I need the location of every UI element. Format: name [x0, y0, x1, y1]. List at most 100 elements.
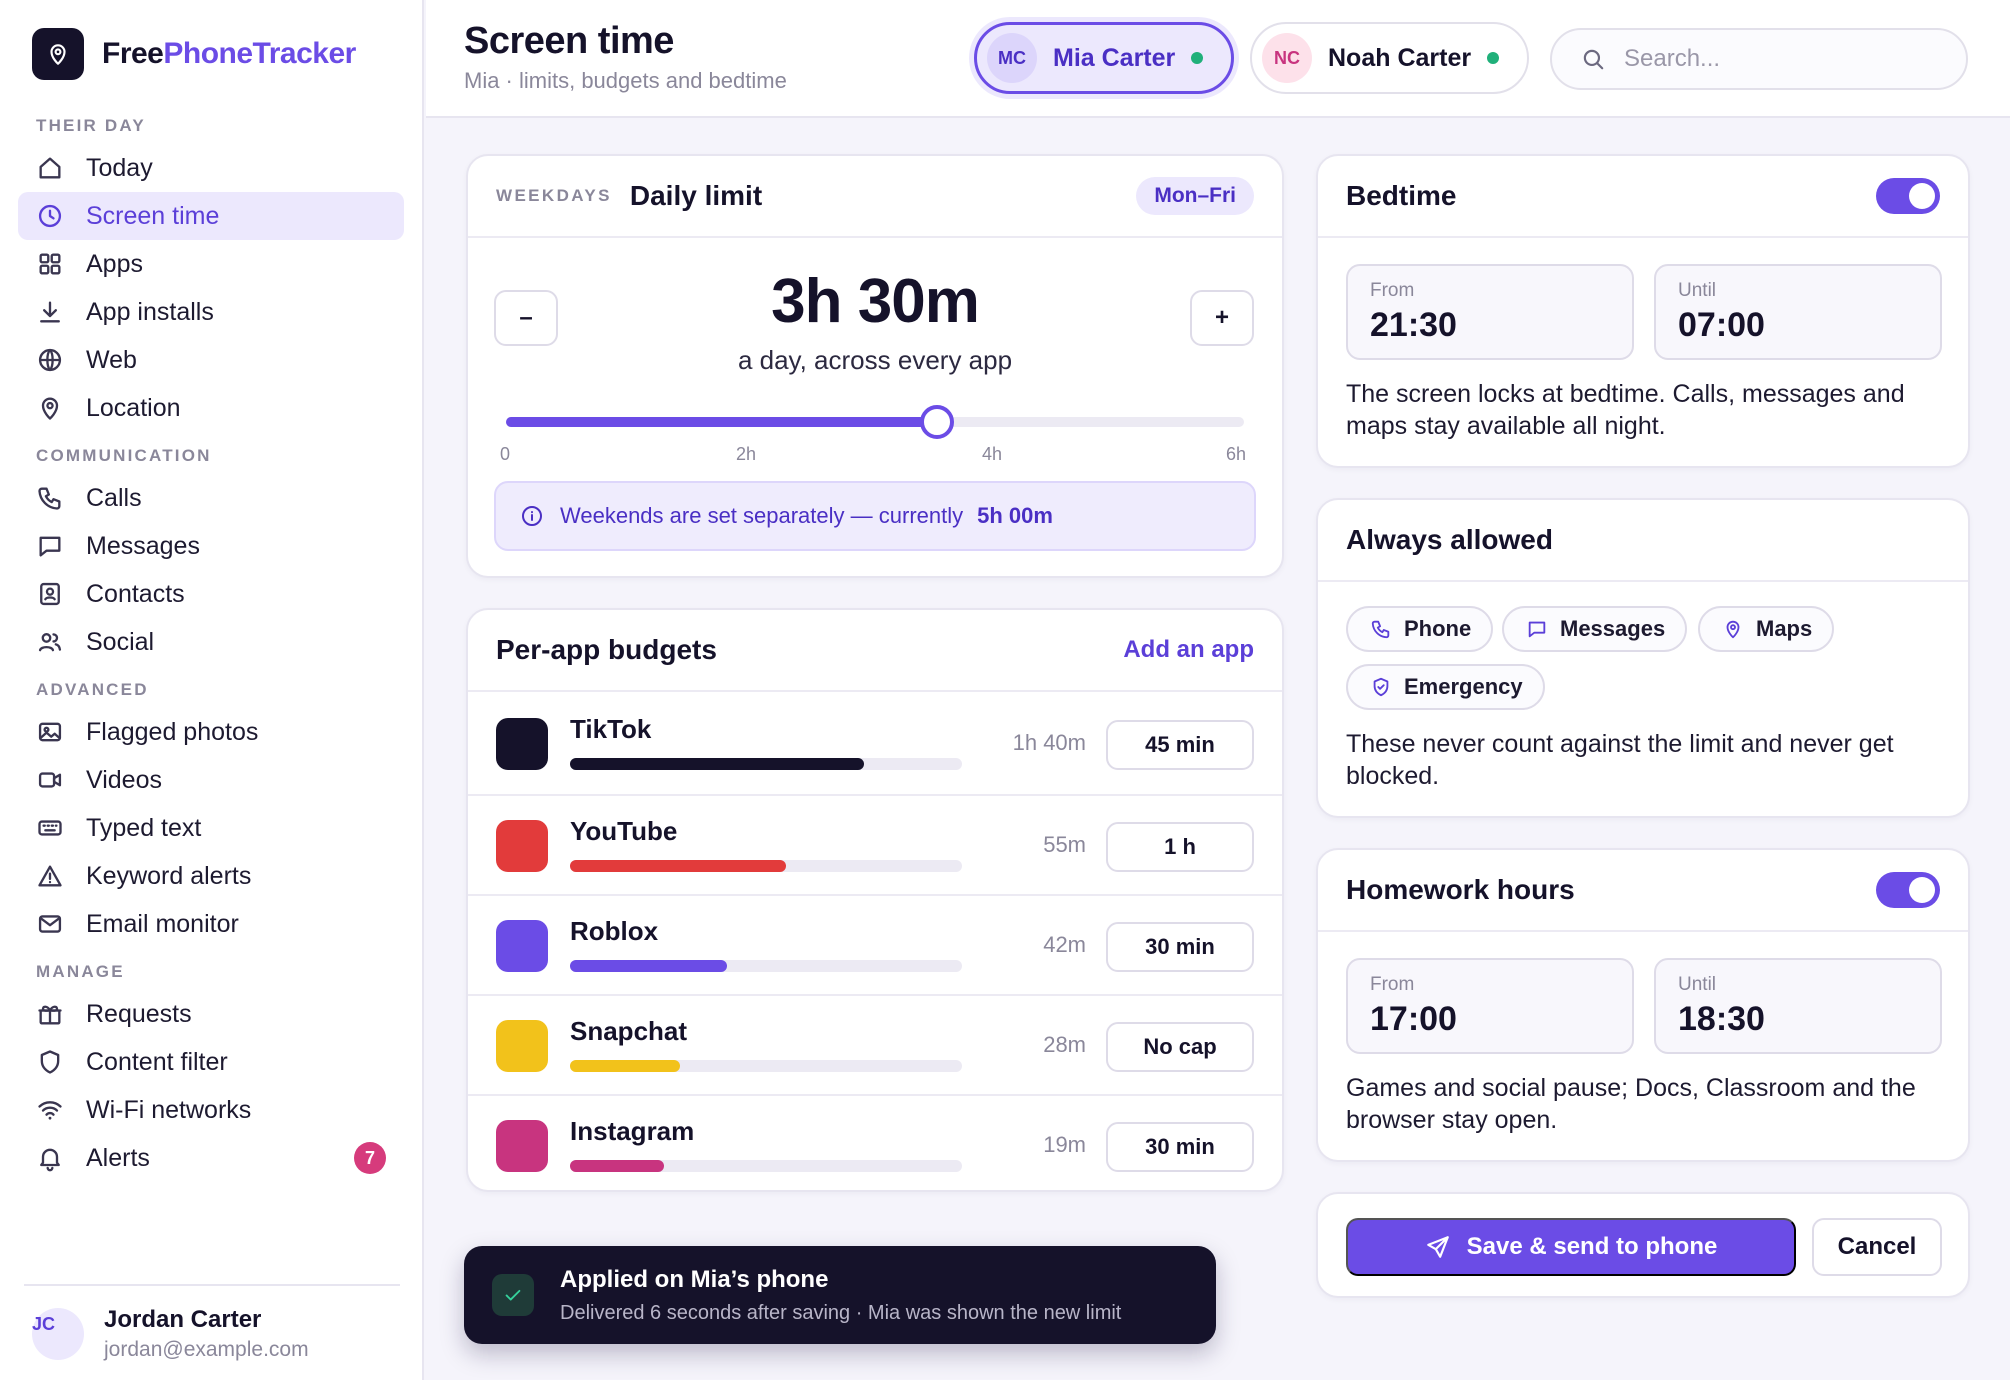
avatar-initials: JC	[32, 1314, 56, 1334]
sidebar-item-label: Requests	[86, 999, 192, 1028]
sidebar-item-social[interactable]: Social	[18, 618, 404, 666]
app-name: Snapchat	[570, 1016, 688, 1046]
app-cap-select[interactable]: 1 h	[1106, 822, 1254, 872]
sidebar-item-today[interactable]: Today	[18, 144, 404, 192]
sidebar-item-requests[interactable]: Requests	[18, 990, 404, 1038]
usage-bar-fill	[570, 1160, 665, 1172]
video-icon	[36, 766, 64, 794]
sidebar-item-flagged-photos[interactable]: Flagged photos	[18, 708, 404, 756]
child-switch-noah[interactable]: NC Noah Carter	[1250, 22, 1530, 94]
toggle-knob	[1909, 183, 1935, 209]
bedtime-from-field[interactable]: From 21:30	[1346, 264, 1634, 360]
bedtime-until-field[interactable]: Until 07:00	[1654, 264, 1942, 360]
app-budget-row: Roblox 42m 30 min	[468, 894, 1282, 994]
sidebar-divider	[24, 1284, 400, 1286]
app-icon	[496, 718, 548, 770]
sidebar-item-videos[interactable]: Videos	[18, 756, 404, 804]
clock-icon	[36, 202, 64, 230]
usage-bar	[570, 960, 962, 972]
brand-name: FreePhoneTracker	[102, 37, 356, 71]
sidebar-item-wi-fi-networks[interactable]: Wi-Fi networks	[18, 1086, 404, 1134]
sidebar-item-label: Calls	[86, 483, 142, 512]
users-icon	[36, 628, 64, 656]
usage-bar-fill	[570, 758, 864, 770]
app-name: Roblox	[570, 916, 659, 946]
nav-section-label: MANAGE	[36, 962, 125, 981]
usage-bar-fill	[570, 960, 727, 972]
sidebar-item-web[interactable]: Web	[18, 336, 404, 384]
allowed-app-maps[interactable]: Maps	[1698, 606, 1835, 652]
always-allowed-description: These never count against the limit and …	[1346, 730, 1894, 790]
field-value: 17:00	[1370, 1000, 1457, 1038]
allowed-app-emergency[interactable]: Emergency	[1346, 664, 1545, 710]
info-icon	[520, 504, 544, 528]
message-icon	[36, 532, 64, 560]
search-input[interactable]	[1624, 45, 1944, 73]
gift-icon	[36, 1000, 64, 1028]
field-value: 07:00	[1678, 306, 1765, 344]
save-and-send-button[interactable]: Save & send to phone	[1346, 1218, 1796, 1276]
allowed-app-messages[interactable]: Messages	[1502, 606, 1688, 652]
account-profile[interactable]: JC Jordan Carter jordan@example.com	[32, 1306, 309, 1362]
app-cap-select[interactable]: 30 min	[1106, 1122, 1254, 1172]
sidebar-item-screen-time[interactable]: Screen time	[18, 192, 404, 240]
sidebar-nav: THEIR DAY Today Screen time Apps App install…	[18, 108, 404, 1182]
app-cap-select[interactable]: 30 min	[1106, 922, 1254, 972]
app-name: YouTube	[570, 816, 678, 846]
sidebar-item-label: Alerts	[86, 1143, 150, 1172]
brand[interactable]: FreePhoneTracker	[32, 28, 356, 80]
daily-limit-slider[interactable]	[506, 405, 1244, 439]
tag-label: Maps	[1756, 616, 1813, 641]
bedtime-toggle[interactable]	[1876, 178, 1940, 214]
sidebar-item-keyword-alerts[interactable]: Keyword alerts	[18, 852, 404, 900]
usage-bar	[570, 758, 962, 770]
tag-label: Emergency	[1404, 674, 1523, 699]
sidebar-item-messages[interactable]: Messages	[18, 522, 404, 570]
usage-bar	[570, 1060, 962, 1072]
usage-bar	[570, 860, 962, 872]
sidebar-item-location[interactable]: Location	[18, 384, 404, 432]
homework-from-field[interactable]: From 17:00	[1346, 958, 1634, 1054]
sidebar-item-label: Messages	[86, 531, 200, 560]
child-name: Noah Carter	[1328, 43, 1472, 72]
slider-tick-label: 2h	[736, 444, 757, 464]
app-name: Instagram	[570, 1116, 695, 1146]
card-title: Always allowed	[1346, 524, 1553, 555]
sidebar-item-calls[interactable]: Calls	[18, 474, 404, 522]
homework-until-field[interactable]: Until 18:30	[1654, 958, 1942, 1054]
toast-title: Applied on Mia’s phone	[560, 1266, 829, 1293]
app-cap-select[interactable]: No cap	[1106, 1022, 1254, 1072]
sidebar-item-alerts[interactable]: Alerts 7	[18, 1134, 404, 1182]
app-cap-select[interactable]: 45 min	[1106, 720, 1254, 770]
sidebar-item-label: Today	[86, 153, 153, 182]
app-icon	[496, 920, 548, 972]
child-name: Mia Carter	[1053, 43, 1176, 72]
sidebar-item-content-filter[interactable]: Content filter	[18, 1038, 404, 1086]
brand-name-part1: Free	[102, 37, 164, 70]
allowed-app-phone[interactable]: Phone	[1346, 606, 1494, 652]
sidebar-item-app-installs[interactable]: App installs	[18, 288, 404, 336]
sidebar-item-apps[interactable]: Apps	[18, 240, 404, 288]
sidebar-item-email-monitor[interactable]: Email monitor	[18, 900, 404, 948]
slider-tick-label: 4h	[982, 444, 1003, 464]
phone-icon	[1370, 618, 1392, 640]
check-icon	[492, 1274, 534, 1316]
weekday-range-chip: Mon–Fri	[1136, 177, 1254, 215]
sidebar: FreePhoneTracker THEIR DAY Today Screen ti…	[0, 0, 424, 1380]
homework-toggle[interactable]	[1876, 872, 1940, 908]
child-avatar: NC	[1262, 33, 1312, 83]
slider-thumb[interactable]	[919, 405, 954, 439]
usage-bar-fill	[570, 1060, 680, 1072]
sidebar-item-typed-text[interactable]: Typed text	[18, 804, 404, 852]
child-switch-mia[interactable]: MC Mia Carter	[974, 22, 1235, 94]
cancel-button[interactable]: Cancel	[1812, 1218, 1942, 1276]
app-name: TikTok	[570, 714, 652, 744]
add-app-link[interactable]: Add an app	[1123, 636, 1254, 664]
contact-card-icon	[36, 580, 64, 608]
always-allowed-card: Always allowed Phone Messages Maps Emerg…	[1316, 498, 1970, 818]
child-avatar: MC	[987, 33, 1037, 83]
shield-icon	[36, 1048, 64, 1076]
nav-section-label: COMMUNICATION	[36, 446, 212, 465]
tag-label: Phone	[1404, 616, 1472, 641]
sidebar-item-contacts[interactable]: Contacts	[18, 570, 404, 618]
